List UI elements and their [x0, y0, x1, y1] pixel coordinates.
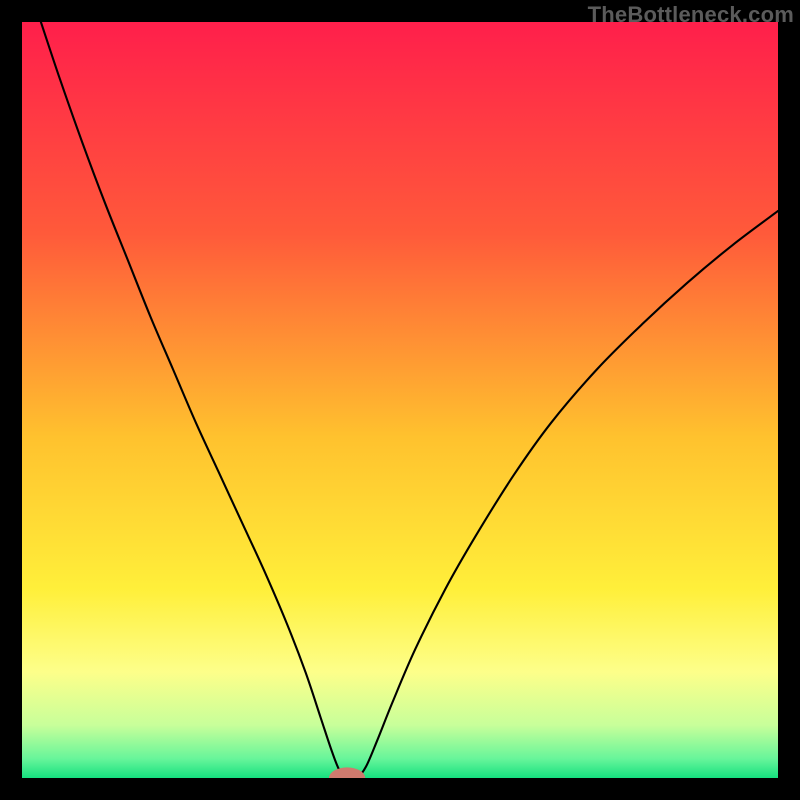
chart-svg — [22, 22, 778, 778]
gradient-background — [22, 22, 778, 778]
chart-frame: TheBottleneck.com — [0, 0, 800, 800]
plot-area — [22, 22, 778, 778]
